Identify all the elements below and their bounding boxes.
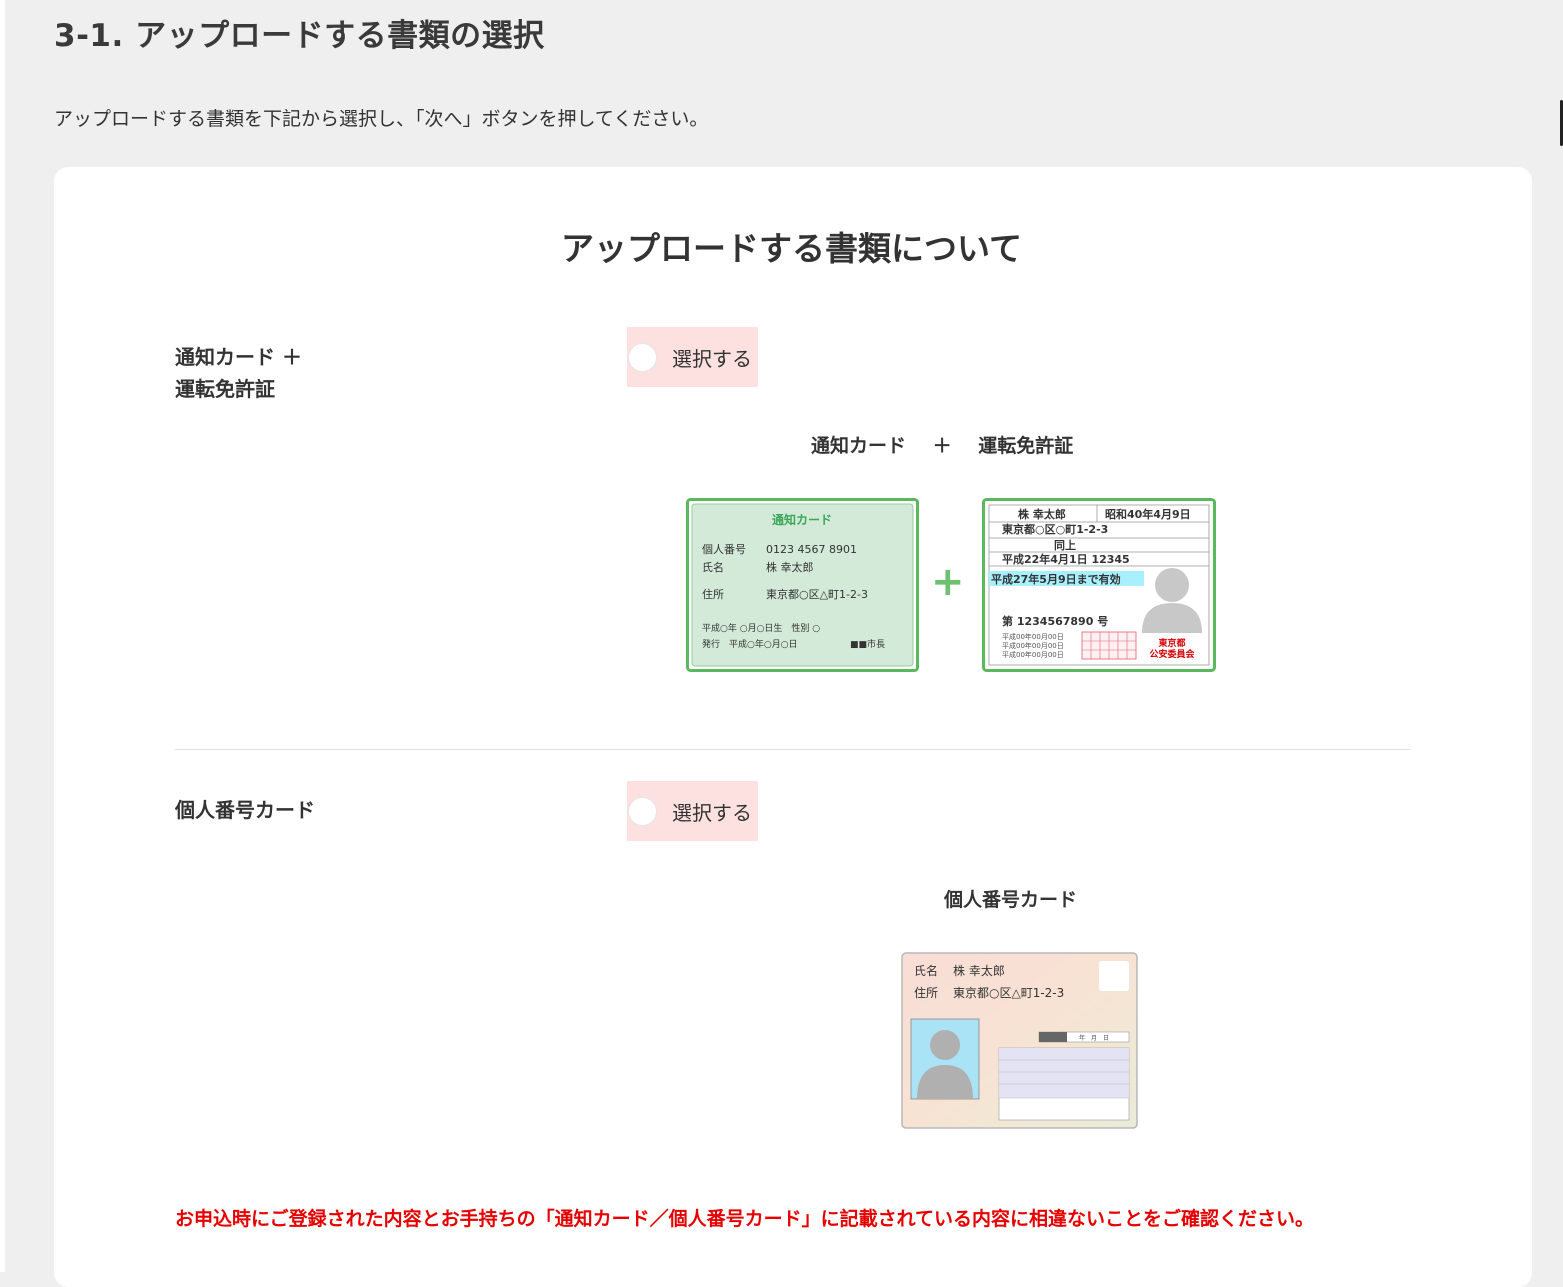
svg-text:■■市長: ■■市長 bbox=[850, 638, 885, 650]
radio-circle-icon[interactable] bbox=[628, 342, 657, 372]
panel-heading: アップロードする書類について bbox=[560, 229, 1022, 268]
image-caption-mynumber-card: 個人番号カード bbox=[944, 889, 1078, 911]
svg-text:東京都: 東京都 bbox=[1158, 637, 1185, 649]
notification-card-image: 通知カード 個人番号 0123 4567 8901 氏名 株 幸太郎 住所 東京… bbox=[686, 498, 919, 672]
document-panel bbox=[54, 167, 1532, 1287]
svg-text:平成○年 ○月○日生 性別 ○: 平成○年 ○月○日生 性別 ○ bbox=[702, 622, 820, 634]
svg-text:昭和40年4月9日: 昭和40年4月9日 bbox=[1105, 507, 1191, 521]
svg-text:年 月 日: 年 月 日 bbox=[1079, 1034, 1109, 1042]
svg-text:0123 4567 8901: 0123 4567 8901 bbox=[766, 543, 857, 556]
svg-text:同上: 同上 bbox=[1054, 538, 1076, 552]
mynumber-card-image: 氏名 株 幸太郎 住所 東京都○区△町1-2-3 年 月 日 bbox=[901, 952, 1138, 1129]
svg-text:平成00年00月00日: 平成00年00月00日 bbox=[1002, 641, 1064, 650]
svg-text:氏名: 氏名 bbox=[914, 963, 938, 978]
svg-text:平成27年5月9日まで有効: 平成27年5月9日まで有効 bbox=[991, 572, 1121, 586]
svg-text:通知カード: 通知カード bbox=[772, 512, 832, 527]
svg-text:個人番号: 個人番号 bbox=[702, 543, 746, 556]
svg-text:平成00年00月00日: 平成00年00月00日 bbox=[1002, 650, 1064, 659]
instruction-text: アップロードする書類を下記から選択し、「次へ」ボタンを押してください。 bbox=[54, 108, 709, 130]
svg-text:株 幸太郎: 株 幸太郎 bbox=[1018, 507, 1066, 521]
window-edge bbox=[0, 0, 5, 1272]
svg-text:株 幸太郎: 株 幸太郎 bbox=[766, 560, 814, 574]
select-button-label: 選択する bbox=[672, 346, 752, 371]
svg-text:公安委員会: 公安委員会 bbox=[1149, 648, 1195, 660]
section-divider bbox=[175, 749, 1411, 750]
svg-text:発行 平成○年○月○日: 発行 平成○年○月○日 bbox=[702, 638, 798, 650]
image-caption-notification-license: 通知カード ＋ 運転免許証 bbox=[811, 435, 1074, 457]
svg-text:平成00年00月00日: 平成00年00月00日 bbox=[1002, 632, 1064, 641]
option-label-mynumber-card: 個人番号カード bbox=[175, 798, 315, 822]
warning-message: お申込時にご登録された内容とお手持ちの「通知カード／個人番号カード」に記載されて… bbox=[175, 1208, 1315, 1230]
page-title: 3-1. アップロードする書類の選択 bbox=[54, 18, 545, 54]
svg-text:東京都○区○町1-2-3: 東京都○区○町1-2-3 bbox=[1002, 522, 1108, 536]
option-label-notification-license: 通知カード ＋ 運転免許証 bbox=[175, 345, 302, 401]
svg-text:住所: 住所 bbox=[702, 587, 724, 601]
drivers-license-image: 株 幸太郎 昭和40年4月9日 東京都○区○町1-2-3 同上 平成22年4月1… bbox=[982, 498, 1216, 672]
svg-text:株 幸太郎: 株 幸太郎 bbox=[953, 963, 1005, 978]
svg-text:氏名: 氏名 bbox=[702, 560, 724, 574]
svg-text:住所: 住所 bbox=[914, 986, 938, 1000]
svg-text:平成22年4月1日 12345: 平成22年4月1日 12345 bbox=[1002, 552, 1130, 566]
radio-circle-icon[interactable] bbox=[628, 796, 657, 826]
plus-icon: + bbox=[931, 559, 965, 605]
select-button-notification-license[interactable]: 選択する bbox=[627, 327, 758, 387]
svg-text:第 1234567890 号: 第 1234567890 号 bbox=[1002, 614, 1108, 628]
svg-text:東京都○区△町1-2-3: 東京都○区△町1-2-3 bbox=[766, 587, 868, 601]
svg-text:東京都○区△町1-2-3: 東京都○区△町1-2-3 bbox=[953, 986, 1064, 1000]
select-button-label: 選択する bbox=[672, 800, 752, 825]
select-button-mynumber-card[interactable]: 選択する bbox=[627, 781, 758, 841]
